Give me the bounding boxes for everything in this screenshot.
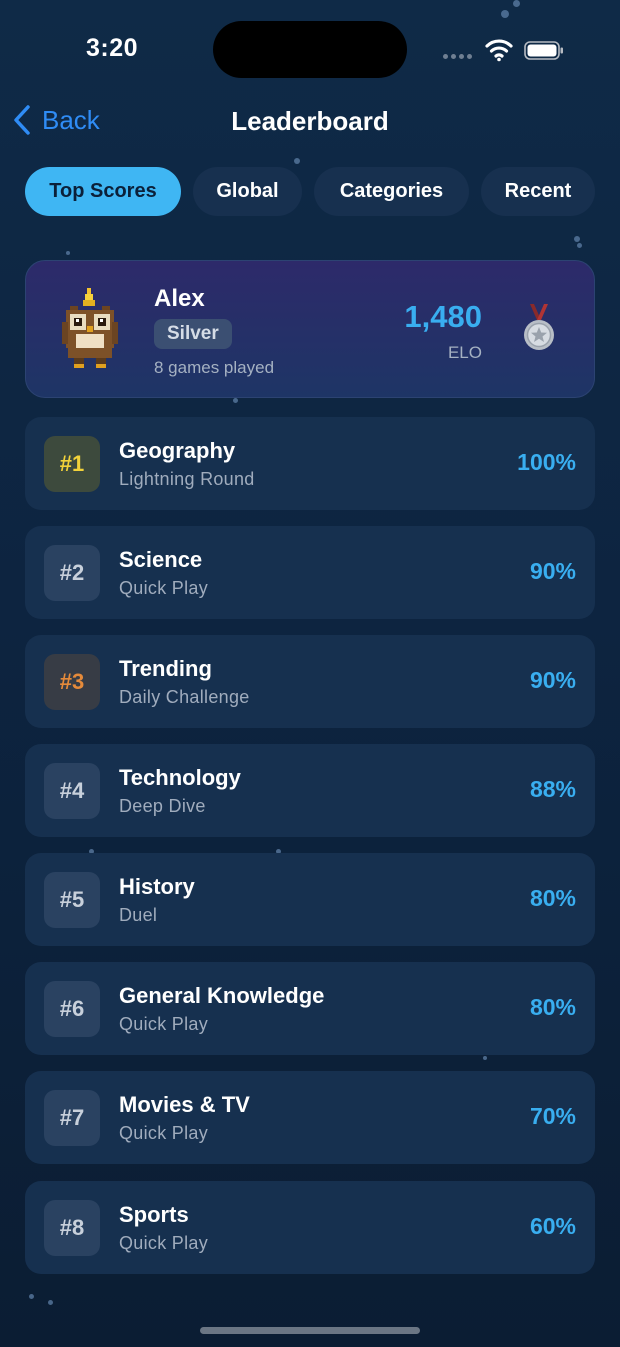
category-name: Technology bbox=[119, 765, 241, 790]
score-percent: 88% bbox=[529, 776, 576, 802]
game-mode: Quick Play bbox=[119, 1014, 209, 1034]
score-percent: 80% bbox=[529, 885, 576, 911]
score-row[interactable]: #8 Sports Quick Play 60% bbox=[25, 1181, 595, 1274]
category-name: Sports bbox=[119, 1202, 189, 1227]
elo-label: ELO bbox=[447, 343, 482, 362]
rank-badge: #7 bbox=[44, 1090, 100, 1146]
score-row[interactable]: #4 Technology Deep Dive 88% bbox=[25, 744, 595, 837]
score-percent: 100% bbox=[517, 449, 576, 475]
background-dot bbox=[29, 1294, 34, 1299]
category-name: General Knowledge bbox=[119, 983, 325, 1008]
score-percent: 60% bbox=[529, 1213, 576, 1239]
rank-badge: #3 bbox=[44, 654, 100, 710]
rank-badge: #4 bbox=[44, 763, 100, 819]
elo-value: 1,480 bbox=[404, 299, 482, 334]
tab-bar: Top Scores Global Categories Recent bbox=[25, 167, 595, 216]
category-name: History bbox=[119, 874, 195, 899]
score-row[interactable]: #5 History Duel 80% bbox=[25, 853, 595, 946]
wifi-icon bbox=[485, 39, 513, 62]
category-name: Geography bbox=[119, 438, 236, 463]
page-title: Leaderboard bbox=[231, 106, 389, 136]
player-profile-card: Alex Silver 8 games played 1,480 ELO bbox=[25, 260, 595, 398]
score-percent: 80% bbox=[529, 994, 576, 1020]
background-dot bbox=[66, 251, 70, 255]
rank-badge: #6 bbox=[44, 981, 100, 1037]
player-name: Alex bbox=[154, 285, 205, 312]
score-row[interactable]: #2 Science Quick Play 90% bbox=[25, 526, 595, 619]
tab-top-scores[interactable]: Top Scores bbox=[25, 167, 181, 216]
rank-badge: #8 bbox=[44, 1200, 100, 1256]
score-row[interactable]: #6 General Knowledge Quick Play 80% bbox=[25, 962, 595, 1055]
rank-badge: #2 bbox=[44, 545, 100, 601]
games-played: 8 games played bbox=[154, 358, 275, 377]
game-mode: Quick Play bbox=[119, 578, 209, 598]
cellular-signal-icon bbox=[443, 54, 472, 59]
score-row[interactable]: #3 Trending Daily Challenge 90% bbox=[25, 635, 595, 728]
background-dot bbox=[48, 1300, 53, 1305]
tier-badge: Silver bbox=[154, 319, 232, 349]
dynamic-island bbox=[213, 21, 407, 78]
background-dot bbox=[513, 0, 520, 7]
background-dot bbox=[483, 1056, 487, 1060]
score-percent: 90% bbox=[529, 667, 576, 693]
silver-medal-icon bbox=[524, 304, 554, 350]
score-row[interactable]: #1 Geography Lightning Round 100% bbox=[25, 417, 595, 510]
battery-icon bbox=[524, 41, 563, 60]
score-row[interactable]: #7 Movies & TV Quick Play 70% bbox=[25, 1071, 595, 1164]
score-percent: 90% bbox=[529, 558, 576, 584]
tab-recent[interactable]: Recent bbox=[481, 167, 595, 216]
background-dot bbox=[501, 10, 509, 18]
game-mode: Lightning Round bbox=[119, 469, 255, 489]
tab-categories[interactable]: Categories bbox=[314, 167, 469, 216]
category-name: Science bbox=[119, 547, 203, 572]
background-dot bbox=[577, 243, 582, 248]
rank-badge: #1 bbox=[44, 436, 100, 492]
owl-icon bbox=[62, 288, 118, 368]
category-name: Trending bbox=[119, 656, 212, 681]
tab-global[interactable]: Global bbox=[193, 167, 302, 216]
home-indicator[interactable] bbox=[200, 1327, 420, 1334]
background-dot bbox=[233, 398, 238, 403]
background-dot bbox=[574, 236, 580, 242]
game-mode: Quick Play bbox=[119, 1233, 209, 1253]
game-mode: Daily Challenge bbox=[119, 687, 250, 707]
score-percent: 70% bbox=[529, 1103, 576, 1129]
game-mode: Quick Play bbox=[119, 1123, 209, 1143]
game-mode: Deep Dive bbox=[119, 796, 206, 816]
status-time: 3:20 bbox=[86, 34, 139, 62]
game-mode: Duel bbox=[119, 905, 158, 925]
background-dot bbox=[294, 158, 300, 164]
category-name: Movies & TV bbox=[119, 1092, 250, 1117]
rank-badge: #5 bbox=[44, 872, 100, 928]
